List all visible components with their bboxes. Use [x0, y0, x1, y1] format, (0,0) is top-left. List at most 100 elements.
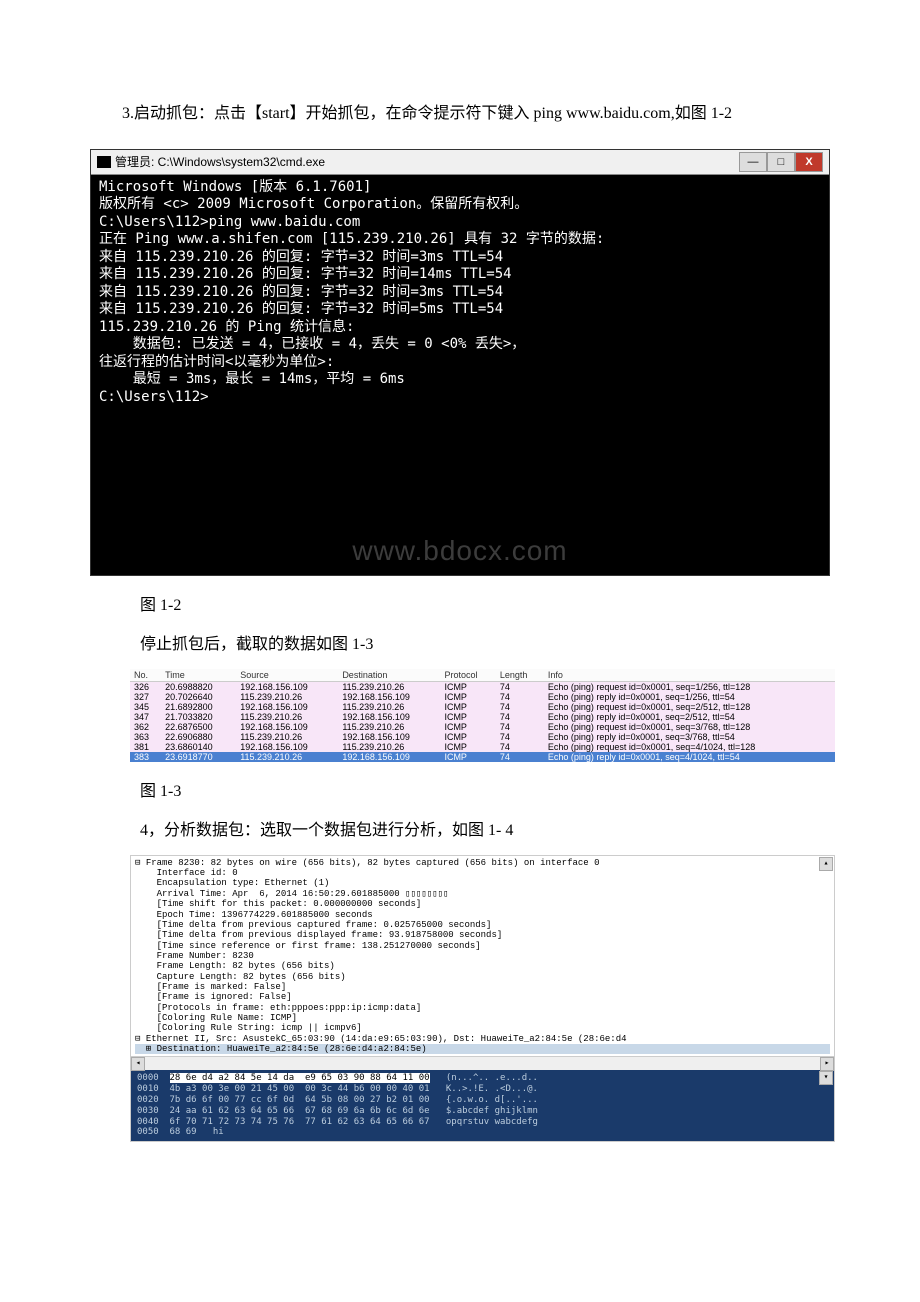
- hex-line[interactable]: 0030 24 aa 61 62 63 64 65 66 67 68 69 6a…: [137, 1106, 828, 1117]
- table-row[interactable]: 32620.6988820192.168.156.109115.239.210.…: [130, 681, 835, 692]
- packet-detail-pane[interactable]: ▴ ▾ ⊟ Frame 8230: 82 bytes on wire (656 …: [130, 855, 835, 1142]
- detail-line[interactable]: [Coloring Rule Name: ICMP]: [135, 1013, 830, 1023]
- hex-line[interactable]: 0020 7b d6 6f 00 77 cc 6f 0d 64 5b 08 00…: [137, 1095, 828, 1106]
- cell: 23.6860140: [161, 742, 236, 752]
- cell: 192.168.156.109: [236, 702, 338, 712]
- cmd-output-line: 版权所有 <c> 2009 Microsoft Corporation。保留所有…: [99, 196, 821, 214]
- detail-line[interactable]: [Coloring Rule String: icmp || icmpv6]: [135, 1023, 830, 1033]
- scroll-right-icon[interactable]: ▸: [820, 1057, 834, 1071]
- cell: Echo (ping) reply id=0x0001, seq=3/768, …: [544, 732, 835, 742]
- cell: 115.239.210.26: [338, 681, 440, 692]
- cell: 363: [130, 732, 161, 742]
- detail-line[interactable]: [Time delta from previous captured frame…: [135, 920, 830, 930]
- figure-caption-2: 图 1-3: [140, 777, 830, 801]
- cell: 74: [496, 722, 544, 732]
- paragraph-1: 3.启动抓包：点击【start】开始抓包，在命令提示符下键入 ping www.…: [90, 100, 830, 129]
- cmd-output-line: 来自 115.239.210.26 的回复: 字节=32 时间=3ms TTL=…: [99, 249, 821, 267]
- cell: 192.168.156.109: [236, 681, 338, 692]
- detail-line[interactable]: Capture Length: 82 bytes (656 bits): [135, 972, 830, 982]
- detail-line[interactable]: [Time since reference or first frame: 13…: [135, 941, 830, 951]
- scroll-left-icon[interactable]: ◂: [131, 1057, 145, 1071]
- detail-line[interactable]: Arrival Time: Apr 6, 2014 16:50:29.60188…: [135, 889, 830, 899]
- column-header[interactable]: Protocol: [440, 669, 495, 682]
- close-button[interactable]: X: [795, 152, 823, 172]
- watermark: www.bdocx.com: [91, 535, 829, 567]
- detail-line[interactable]: [Time shift for this packet: 0.000000000…: [135, 899, 830, 909]
- hex-dump-pane[interactable]: 0000 28 6e d4 a2 84 5e 14 da e9 65 03 90…: [131, 1070, 834, 1141]
- cmd-titlebar: 管理员: C:\Windows\system32\cmd.exe — □ X: [91, 150, 829, 175]
- cmd-window: 管理员: C:\Windows\system32\cmd.exe — □ X M…: [90, 149, 830, 576]
- table-row[interactable]: 34721.7033820115.239.210.26192.168.156.1…: [130, 712, 835, 722]
- cell: Echo (ping) request id=0x0001, seq=1/256…: [544, 681, 835, 692]
- cell: 22.6906880: [161, 732, 236, 742]
- table-row[interactable]: 32720.7026640115.239.210.26192.168.156.1…: [130, 692, 835, 702]
- table-row[interactable]: 36222.6876500192.168.156.109115.239.210.…: [130, 722, 835, 732]
- cell: 74: [496, 752, 544, 762]
- cell: ICMP: [440, 742, 495, 752]
- detail-line[interactable]: Frame Number: 8230: [135, 951, 830, 961]
- detail-line[interactable]: [Time delta from previous displayed fram…: [135, 930, 830, 940]
- packet-list-table[interactable]: No.TimeSourceDestinationProtocolLengthIn…: [130, 669, 835, 762]
- column-header[interactable]: Time: [161, 669, 236, 682]
- horizontal-scrollbar[interactable]: ◂ ▸: [131, 1056, 834, 1070]
- column-header[interactable]: Info: [544, 669, 835, 682]
- column-header[interactable]: Length: [496, 669, 544, 682]
- cmd-output-line: 来自 115.239.210.26 的回复: 字节=32 时间=14ms TTL…: [99, 266, 821, 284]
- cell: 115.239.210.26: [338, 702, 440, 712]
- detail-line[interactable]: ⊟ Frame 8230: 82 bytes on wire (656 bits…: [135, 858, 830, 868]
- hex-line[interactable]: 0050 68 69 hi: [137, 1127, 828, 1138]
- cell: 115.239.210.26: [236, 752, 338, 762]
- column-header[interactable]: Source: [236, 669, 338, 682]
- cell: 192.168.156.109: [338, 692, 440, 702]
- cell: 21.7033820: [161, 712, 236, 722]
- cmd-output-line: 往返行程的估计时间<以毫秒为单位>:: [99, 354, 821, 372]
- column-header[interactable]: No.: [130, 669, 161, 682]
- detail-line[interactable]: Epoch Time: 1396774229.601885000 seconds: [135, 910, 830, 920]
- figure-caption-1: 图 1-2: [140, 591, 830, 615]
- cmd-output-line: 数据包: 已发送 = 4，已接收 = 4，丢失 = 0 <0% 丢失>，: [99, 336, 821, 354]
- detail-line[interactable]: [Frame is marked: False]: [135, 982, 830, 992]
- detail-line[interactable]: Frame Length: 82 bytes (656 bits): [135, 961, 830, 971]
- hex-line[interactable]: 0040 6f 70 71 72 73 74 75 76 77 61 62 63…: [137, 1117, 828, 1128]
- cell: ICMP: [440, 681, 495, 692]
- detail-line[interactable]: [Frame is ignored: False]: [135, 992, 830, 1002]
- detail-line[interactable]: ⊟ Ethernet II, Src: AsustekC_65:03:90 (1…: [135, 1034, 830, 1044]
- scroll-down-icon[interactable]: ▾: [819, 1071, 833, 1085]
- hex-line[interactable]: 0000 28 6e d4 a2 84 5e 14 da e9 65 03 90…: [137, 1073, 828, 1084]
- detail-line[interactable]: [Protocols in frame: eth:pppoes:ppp:ip:i…: [135, 1003, 830, 1013]
- column-header[interactable]: Destination: [338, 669, 440, 682]
- paragraph-2: 停止抓包后，截取的数据如图 1-3: [140, 630, 830, 654]
- cell: Echo (ping) request id=0x0001, seq=3/768…: [544, 722, 835, 732]
- cell: 115.239.210.26: [338, 722, 440, 732]
- cell: Echo (ping) reply id=0x0001, seq=1/256, …: [544, 692, 835, 702]
- detail-line[interactable]: Interface id: 0: [135, 868, 830, 878]
- cmd-output-line: 最短 = 3ms，最长 = 14ms，平均 = 6ms: [99, 371, 821, 389]
- cell: 20.6988820: [161, 681, 236, 692]
- scroll-up-icon[interactable]: ▴: [819, 857, 833, 871]
- table-row[interactable]: 38323.6918770115.239.210.26192.168.156.1…: [130, 752, 835, 762]
- cell: 347: [130, 712, 161, 722]
- maximize-button[interactable]: □: [767, 152, 795, 172]
- detail-line[interactable]: Encapsulation type: Ethernet (1): [135, 878, 830, 888]
- cell: 74: [496, 692, 544, 702]
- hex-line[interactable]: 0010 4b a3 00 3e 00 21 45 00 00 3c 44 b6…: [137, 1084, 828, 1095]
- cell: 327: [130, 692, 161, 702]
- cell: ICMP: [440, 702, 495, 712]
- table-row[interactable]: 38123.6860140192.168.156.109115.239.210.…: [130, 742, 835, 752]
- minimize-button[interactable]: —: [739, 152, 767, 172]
- cmd-output-line: C:\Users\112>ping www.baidu.com: [99, 214, 821, 232]
- cell: 192.168.156.109: [236, 742, 338, 752]
- cmd-title-text: 管理员: C:\Windows\system32\cmd.exe: [115, 153, 325, 170]
- cmd-icon: [97, 156, 111, 168]
- paragraph-3: 4，分析数据包：选取一个数据包进行分析，如图 1- 4: [140, 816, 830, 840]
- table-row[interactable]: 34521.6892800192.168.156.109115.239.210.…: [130, 702, 835, 712]
- cell: 192.168.156.109: [338, 732, 440, 742]
- cmd-output-line: C:\Users\112>: [99, 389, 821, 407]
- cell: 21.6892800: [161, 702, 236, 712]
- table-row[interactable]: 36322.6906880115.239.210.26192.168.156.1…: [130, 732, 835, 742]
- cell: 192.168.156.109: [338, 752, 440, 762]
- cell: 115.239.210.26: [236, 712, 338, 722]
- cell: 22.6876500: [161, 722, 236, 732]
- detail-line[interactable]: ⊞ Destination: HuaweiTe_a2:84:5e (28:6e:…: [135, 1044, 830, 1054]
- cell: 192.168.156.109: [236, 722, 338, 732]
